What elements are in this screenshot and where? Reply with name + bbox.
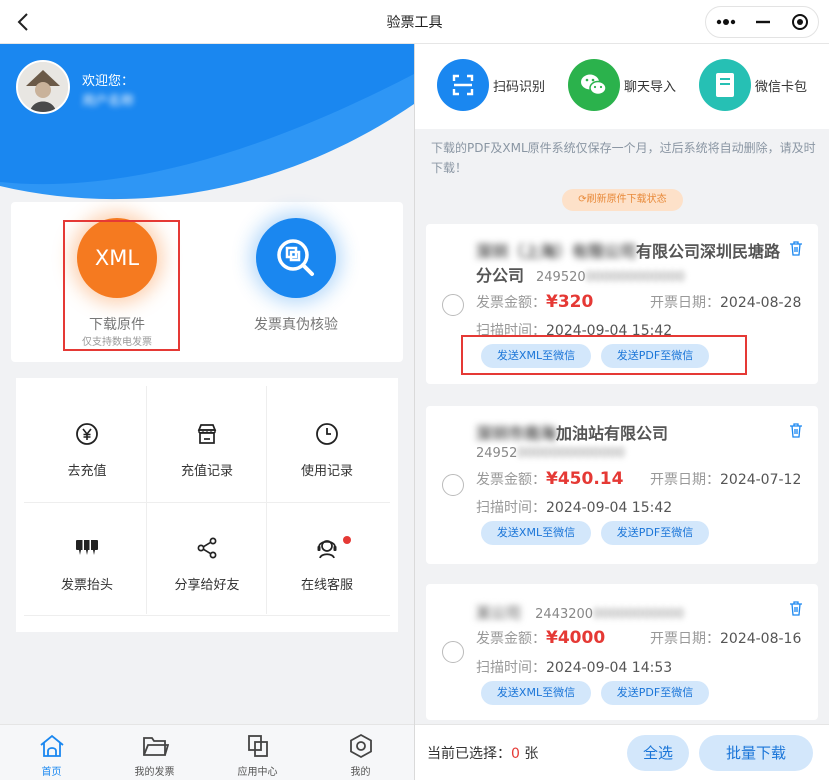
- home-panel: 欢迎您： 用户名称 XML 下载原件 仅支持数电发票 发票真伪核验 去充值 充值…: [0, 44, 414, 780]
- invoice-card[interactable]: 深圳（上海）有限公司有限公司深圳民塘路 分公司 24952000000000000…: [426, 224, 818, 384]
- user-hex-icon: [350, 733, 372, 759]
- selection-bar: 当前已选择：0 张 全选 批量下载: [415, 724, 829, 780]
- grid-item-recharge[interactable]: 去充值: [27, 386, 147, 498]
- company-name: 深圳（上海）有限公司有限公司深圳民塘路 分公司 24952000000000000…: [476, 242, 781, 285]
- invoice-amount-row: 发票金额：¥4000 开票日期：2024-08-16: [476, 628, 802, 648]
- select-all-button[interactable]: 全选: [627, 735, 689, 771]
- main-actions-card: XML 下载原件 仅支持数电发票 发票真伪核验: [11, 202, 403, 362]
- scan-time-row: 扫描时间：2024-09-04 14:53: [476, 660, 673, 676]
- support-icon: [317, 540, 337, 559]
- tab-my-invoices[interactable]: 我的发票: [103, 725, 206, 780]
- tab-home[interactable]: 首页: [0, 725, 103, 780]
- home-icon: [40, 734, 64, 757]
- store-icon: [197, 424, 217, 444]
- tab-profile[interactable]: 我的: [309, 725, 412, 780]
- invoice-amount-row: 发票金额：¥320 开票日期：2024-08-28: [476, 292, 802, 312]
- send-pdf-button[interactable]: 发送PDF至微信: [601, 521, 709, 545]
- scan-icon: [437, 59, 489, 111]
- highlight-box: [461, 335, 747, 375]
- notification-dot: [343, 536, 351, 544]
- grid-item-invoice-header[interactable]: 发票抬头: [27, 500, 147, 612]
- share-icon: [197, 537, 217, 559]
- highlight-box: [63, 220, 180, 351]
- trash-icon[interactable]: [788, 600, 804, 616]
- apps-icon: [248, 735, 268, 757]
- grid-item-recharge-records[interactable]: 充值记录: [147, 386, 267, 498]
- wechat-icon: [568, 59, 620, 111]
- grid-item-support[interactable]: 在线客服: [267, 500, 387, 612]
- yuan-icon: [76, 423, 98, 445]
- folder-icon: [143, 737, 169, 756]
- selected-count-text: 当前已选择：0 张: [427, 746, 539, 762]
- invoice-card[interactable]: 某公司 244320000000000000 发票金额：¥4000 开票日期：2…: [426, 584, 818, 720]
- batch-download-button[interactable]: 批量下载: [699, 735, 813, 771]
- invoice-checkbox[interactable]: [442, 641, 464, 663]
- verify-label: 发票真伪核验: [254, 317, 338, 333]
- window-capsule: [705, 6, 819, 38]
- grid-item-share[interactable]: 分享给好友: [147, 500, 267, 612]
- send-pdf-button[interactable]: 发送PDF至微信: [601, 681, 709, 705]
- company-name: 某公司 244320000000000000: [476, 604, 685, 622]
- tools-row: 扫码识别 聊天导入 微信卡包: [415, 44, 829, 129]
- retention-notice: 下载的PDF及XML原件系统仅保存一个月，过后系统将自动删除，请及时下载！: [431, 141, 816, 175]
- header-icon: [76, 540, 98, 555]
- user-name: 用户名称: [82, 94, 135, 109]
- scan-time-row: 扫描时间：2024-09-04 15:42: [476, 500, 673, 516]
- grid-item-usage-records[interactable]: 使用记录: [267, 386, 387, 498]
- verify-search-icon: [277, 239, 314, 276]
- welcome-text: 欢迎您：: [82, 74, 135, 89]
- clock-icon: [316, 423, 338, 445]
- invoice-amount-row: 发票金额：¥450.14 开票日期：2024-07-12: [476, 469, 802, 489]
- send-xml-button[interactable]: 发送XML至微信: [481, 681, 591, 705]
- verify-button[interactable]: [256, 218, 336, 298]
- invoice-checkbox[interactable]: [442, 474, 464, 496]
- close-circle-icon[interactable]: [782, 7, 820, 37]
- refresh-status-button[interactable]: ⟳刷新原件下载状态: [562, 189, 683, 211]
- minimize-icon[interactable]: [744, 7, 782, 37]
- tab-app-center[interactable]: 应用中心: [206, 725, 309, 780]
- tax-number: 249520000000000000: [476, 446, 625, 461]
- function-grid: 去充值 充值记录 使用记录 发票抬头 分享给好友 在线客服: [16, 378, 398, 632]
- invoice-panel: 扫码识别 聊天导入 微信卡包 下载的PDF及XML原件系统仅保存一个月，过后系统…: [415, 44, 829, 780]
- send-xml-button[interactable]: 发送XML至微信: [481, 521, 591, 545]
- title-bar: 验票工具: [0, 0, 829, 44]
- avatar[interactable]: [16, 60, 70, 114]
- invoice-card[interactable]: 深圳市南海加油站有限公司 249520000000000000 发票金额：¥45…: [426, 406, 818, 564]
- bottom-tab-bar: 首页 我的发票 应用中心 我的: [0, 724, 414, 780]
- company-name: 深圳市南海加油站有限公司: [476, 424, 669, 443]
- card-icon: [699, 59, 751, 111]
- invoice-checkbox[interactable]: [442, 294, 464, 316]
- more-icon[interactable]: [706, 7, 744, 37]
